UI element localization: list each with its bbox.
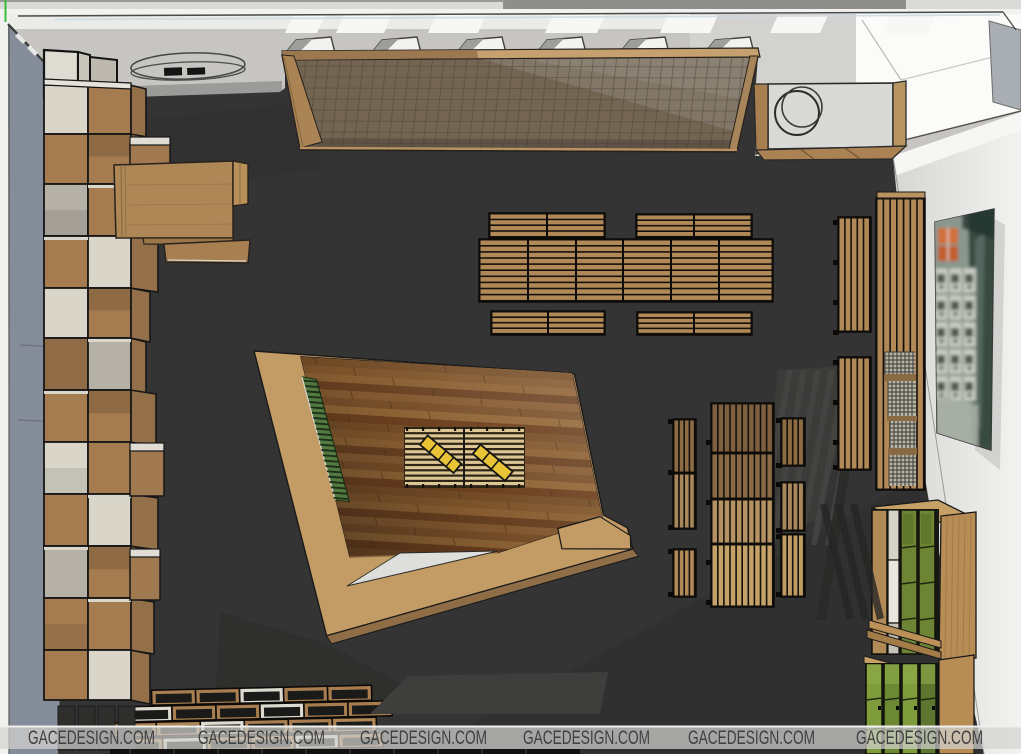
svg-text:GACEDESIGN.COM: GACEDESIGN.COM (856, 728, 983, 749)
svg-text:GACEDESIGN.COM: GACEDESIGN.COM (688, 728, 815, 749)
svg-text:GACEDESIGN.COM: GACEDESIGN.COM (28, 728, 155, 749)
svg-text:GACEDESIGN.COM: GACEDESIGN.COM (198, 728, 325, 749)
svg-text:GACEDESIGN.COM: GACEDESIGN.COM (523, 728, 650, 749)
svg-text:GACEDESIGN.COM: GACEDESIGN.COM (360, 728, 487, 749)
